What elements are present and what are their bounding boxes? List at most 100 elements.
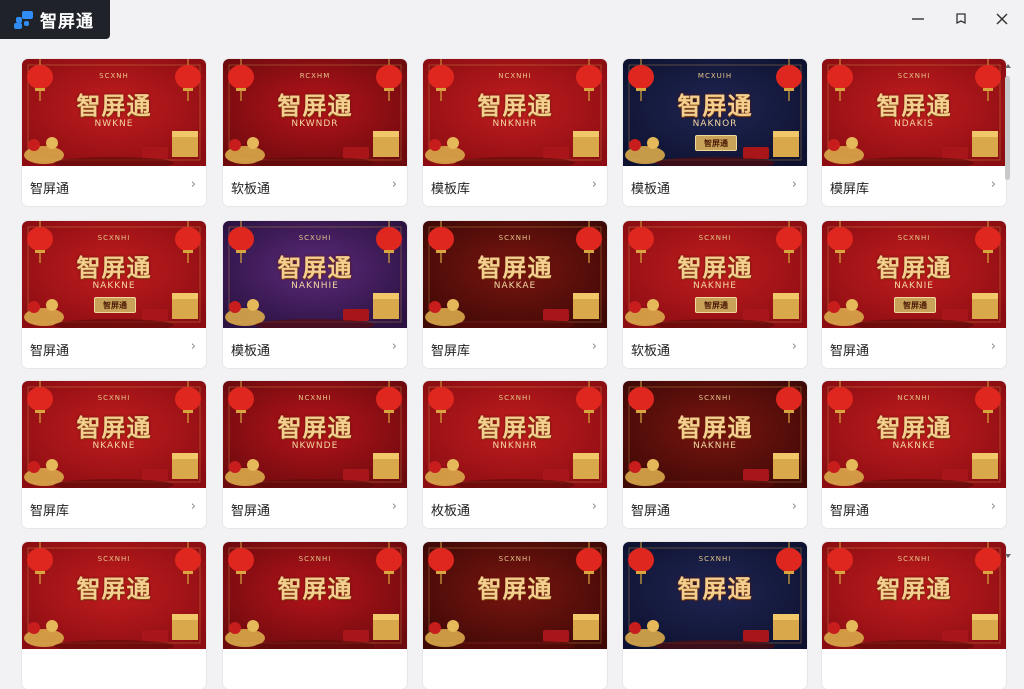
card-footer[interactable]: 智屏通 ›	[22, 166, 206, 206]
template-card[interactable]: SCXNHI 智屏通 NNKNHR 枚板通 ›	[423, 381, 607, 528]
thumbnail-heading: SCXNHI	[498, 394, 532, 402]
template-thumbnail: SCXNHI 智屏通 NAKNHE	[623, 381, 807, 488]
chevron-right-icon[interactable]: ›	[191, 177, 196, 192]
template-card[interactable]: SCXNH 智屏通 NWKNE 智屏通 ›	[22, 59, 206, 206]
template-card[interactable]: SCXNHI 智屏通 NAKNHE 智屏通软板通 ›	[623, 221, 807, 368]
scroll-down-icon[interactable]	[1004, 552, 1012, 560]
card-footer[interactable]: 智屏通 ›	[822, 328, 1006, 368]
scrollbar-thumb[interactable]	[1005, 76, 1010, 180]
minimize-button[interactable]	[903, 6, 933, 32]
card-footer[interactable]: 软板通 ›	[223, 166, 407, 206]
card-footer[interactable]: 智屏通 ›	[623, 488, 807, 528]
thumbnail-subtitle: NAKKAE	[493, 281, 537, 291]
template-card[interactable]: SCXNHI 智屏通 NDAKIS 模屏库 ›	[822, 59, 1006, 206]
template-thumbnail: SCXNHI 智屏通 NNKNHR	[423, 381, 607, 488]
chevron-right-icon[interactable]: ›	[392, 177, 397, 192]
card-label: 模板通	[231, 344, 271, 359]
chevron-right-icon[interactable]: ›	[792, 177, 797, 192]
chevron-right-icon[interactable]: ›	[991, 177, 996, 192]
card-footer[interactable]: 软板通 ›	[623, 328, 807, 368]
maximize-button[interactable]	[946, 6, 976, 32]
template-card[interactable]: SCXNHI 智屏通 NAKNIE 智屏通 智屏通 ›	[822, 221, 1006, 368]
template-card[interactable]: NCXNHI 智屏通 NKWNDE 智屏通 ›	[223, 381, 407, 528]
card-label: 枚板通	[431, 504, 471, 519]
thumbnail-heading: RCXHM	[299, 72, 331, 80]
template-card[interactable]: SCXNHI 智屏通	[623, 542, 807, 689]
thumbnail-brand: 智屏通	[277, 414, 353, 442]
card-footer[interactable]: 智屏通 ›	[22, 328, 206, 368]
template-card[interactable]: SCXNHI 智屏通	[22, 542, 206, 689]
thumbnail-brand: 智屏通	[76, 92, 152, 120]
chevron-right-icon[interactable]: ›	[191, 339, 196, 354]
thumbnail-brand: 智屏通	[277, 575, 353, 603]
chevron-right-icon[interactable]: ›	[991, 339, 996, 354]
card-footer[interactable]: 智屏库 ›	[22, 488, 206, 528]
template-card[interactable]: SCXNHI 智屏通	[822, 542, 1006, 689]
template-card[interactable]: SCXNHI 智屏通	[423, 542, 607, 689]
thumbnail-brand: 智屏通	[477, 414, 553, 442]
template-thumbnail: SCXNHI 智屏通 NAKNHE 智屏通	[623, 221, 807, 328]
template-card[interactable]: SCXNHI 智屏通 NKAKNE 智屏库 ›	[22, 381, 206, 528]
thumbnail-heading: NCXNHI	[298, 394, 332, 402]
thumbnail-brand: 智屏通	[677, 92, 753, 120]
card-label: 模板库	[431, 182, 471, 197]
template-card[interactable]: SCXUHI 智屏通 NAKNHIE 模板通 ›	[223, 221, 407, 368]
template-card[interactable]: MCXUIH 智屏通 NAKNOR 智屏通 模板通 ›	[623, 59, 807, 206]
template-thumbnail: SCXNHI 智屏通 NAKKNE 智屏通	[22, 221, 206, 328]
maximize-icon	[956, 13, 966, 25]
vertical-scrollbar[interactable]	[1004, 62, 1012, 560]
card-footer[interactable]: 枚板通 ›	[423, 488, 607, 528]
template-card[interactable]: SCXNHI 智屏通 NAKKNE 智屏通 智屏通 ›	[22, 221, 206, 368]
thumbnail-heading: SCXNHI	[498, 234, 532, 242]
chevron-right-icon[interactable]: ›	[592, 499, 597, 514]
app-name: 智屏通	[40, 12, 94, 32]
template-card[interactable]: SCXNHI 智屏通	[223, 542, 407, 689]
chevron-right-icon[interactable]: ›	[592, 177, 597, 192]
template-card[interactable]: NCXNHI 智屏通 NAKNKE 智屏通 ›	[822, 381, 1006, 528]
close-button[interactable]	[987, 6, 1017, 32]
scroll-up-icon[interactable]	[1004, 62, 1012, 70]
template-card[interactable]: NCXNHI 智屏通 NNKNHR 模板库 ›	[423, 59, 607, 206]
thumbnail-plaque: 智屏通	[94, 297, 136, 313]
card-label: 智屏库	[30, 504, 70, 519]
thumbnail-brand: 智屏通	[76, 414, 152, 442]
thumbnail-subtitle: NAKNKE	[892, 441, 936, 451]
template-thumbnail: SCXNHI 智屏通 NDAKIS	[822, 59, 1006, 166]
thumbnail-plaque: 智屏通	[695, 297, 737, 313]
card-footer[interactable]: 模屏库 ›	[822, 166, 1006, 206]
chevron-right-icon[interactable]: ›	[191, 499, 196, 514]
card-label: 智屏库	[431, 344, 471, 359]
chevron-right-icon[interactable]: ›	[991, 499, 996, 514]
thumbnail-plaque: 智屏通	[894, 297, 936, 313]
template-card[interactable]: SCXNHI 智屏通 NAKKAE 智屏库 ›	[423, 221, 607, 368]
thumbnail-plaque: 智屏通	[695, 135, 737, 151]
thumbnail-heading: SCXNHI	[897, 555, 931, 563]
chevron-right-icon[interactable]: ›	[392, 499, 397, 514]
template-thumbnail: NCXNHI 智屏通 NNKNHR	[423, 59, 607, 166]
thumbnail-brand: 智屏通	[76, 254, 152, 282]
chevron-right-icon[interactable]: ›	[592, 339, 597, 354]
chevron-right-icon[interactable]: ›	[792, 499, 797, 514]
template-thumbnail: SCXNHI 智屏通	[223, 542, 407, 649]
thumbnail-subtitle: NKAKNE	[92, 441, 136, 451]
card-label: 模屏库	[830, 182, 870, 197]
card-footer[interactable]: 智屏通 ›	[223, 488, 407, 528]
template-card[interactable]: SCXNHI 智屏通 NAKNHE 智屏通 ›	[623, 381, 807, 528]
card-footer[interactable]: 模板库 ›	[423, 166, 607, 206]
app-tab[interactable]: 智屏通	[0, 0, 110, 39]
chevron-right-icon[interactable]: ›	[392, 339, 397, 354]
card-footer[interactable]: 智屏通 ›	[822, 488, 1006, 528]
template-card[interactable]: RCXHM 智屏通 NKWNDR 软板通 ›	[223, 59, 407, 206]
card-footer[interactable]: 模板通 ›	[223, 328, 407, 368]
thumbnail-heading: NCXNHI	[897, 394, 931, 402]
thumbnail-brand: 智屏通	[677, 575, 753, 603]
card-footer[interactable]: 模板通 ›	[623, 166, 807, 206]
template-grid: SCXNH 智屏通 NWKNE 智屏通 › RCXHM 智屏通 NKWNDR 软板通 › NCXNH…	[0, 40, 1024, 689]
thumbnail-heading: SCXNHI	[698, 555, 732, 563]
card-label: 软板通	[631, 344, 671, 359]
card-footer[interactable]: 智屏库 ›	[423, 328, 607, 368]
thumbnail-subtitle: NAKNIE	[894, 281, 934, 291]
thumbnail-subtitle: NDAKIS	[894, 119, 934, 129]
chevron-right-icon[interactable]: ›	[792, 339, 797, 354]
card-label: 智屏通	[830, 504, 870, 519]
